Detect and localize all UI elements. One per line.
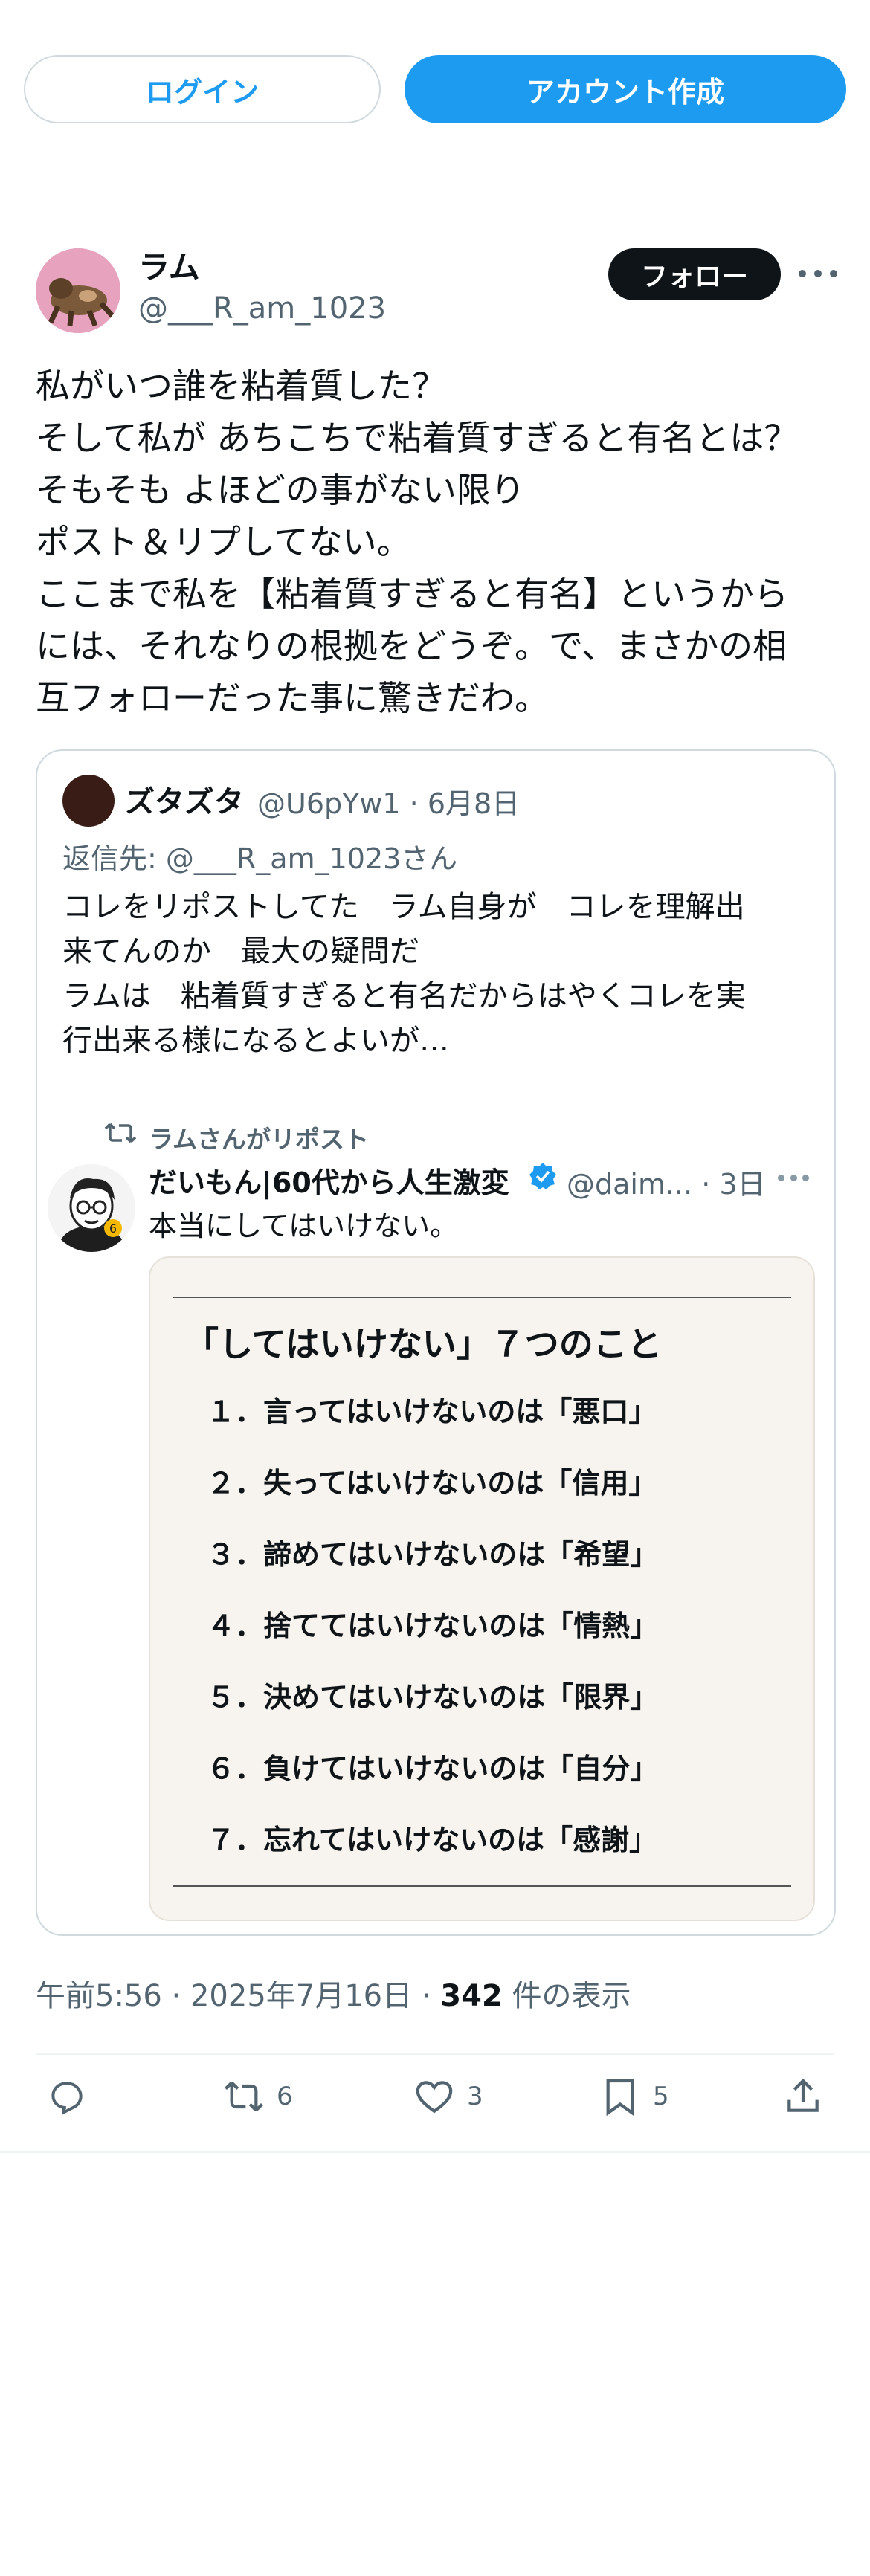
reply-icon: [51, 2082, 83, 2115]
repost-count: 6: [277, 2082, 293, 2111]
quote-author-name: ズタズタ: [125, 785, 244, 819]
quote-text-line: 来てんのか 最大の疑問だ: [62, 934, 419, 969]
repost-action-icon: [225, 2081, 263, 2112]
image-bottom-rule: [173, 1885, 791, 1887]
quote-avatar[interactable]: [62, 775, 115, 827]
reposted-author-name: だいもん|60代から人生激変: [149, 1166, 509, 1199]
view-suffix: 件の表示: [502, 1979, 631, 2013]
post-text-line: ここまで私を【粘着質すぎると有名】というから: [36, 574, 788, 614]
image-list-item: ６．負けてはいけないのは「自分」: [207, 1752, 659, 1785]
verified-badge-icon: [529, 1163, 556, 1189]
repost-icon: [104, 1123, 137, 1143]
post-text-line: 互フォローだった事に驚きだわ。: [36, 678, 549, 718]
reposted-more-icon[interactable]: [778, 1175, 809, 1182]
post-text-line: 私がいつ誰を粘着質した？: [36, 366, 446, 406]
divider: [0, 2151, 870, 2153]
image-title: 「してはいけない」７つのこと: [184, 1324, 662, 1364]
reposted-handle-date: @daim... · 3日: [567, 1168, 766, 1201]
image-list-item: ２．失ってはいけないのは「信用」: [207, 1467, 657, 1500]
svg-text:6: 6: [109, 1221, 117, 1236]
bookmark-count: 5: [653, 2082, 669, 2111]
cat-avatar-icon: [36, 248, 120, 333]
image-list-item: １．言ってはいけないのは「悪口」: [207, 1395, 657, 1428]
like-button[interactable]: 3: [413, 2074, 483, 2119]
post-text-line: には、それなりの根拠をどうぞ。で、まさかの相: [36, 626, 787, 666]
image-list-item: ５．決めてはいけないのは「限界」: [207, 1681, 659, 1714]
reposted-text: 本当にしてはいけない。: [149, 1210, 459, 1242]
post-text-line: そして私が あちこちで粘着質すぎると有名とは？: [36, 418, 799, 458]
image-list-item: ３．諦めてはいけないのは「希望」: [207, 1538, 659, 1571]
signup-button[interactable]: アカウント作成: [405, 55, 846, 123]
post-text-line: そもそも よほどの事がない限り: [36, 470, 525, 510]
bookmark-icon: [606, 2079, 634, 2117]
author-handle[interactable]: @___R_am_1023: [138, 291, 386, 326]
share-icon: [787, 2079, 819, 2112]
like-count: 3: [467, 2082, 483, 2111]
quote-reply-to: 返信先: @___R_am_1023さん: [62, 842, 458, 875]
avatar[interactable]: [36, 248, 120, 333]
author-name[interactable]: ラム: [138, 242, 200, 288]
divider: [36, 2053, 834, 2055]
reply-button[interactable]: [46, 2074, 100, 2119]
bookmark-button[interactable]: 5: [599, 2074, 669, 2119]
quote-text-line: ラムは 粘着質すぎると有名だからはやくコレを実: [62, 979, 746, 1013]
share-button[interactable]: [782, 2074, 824, 2119]
repost-button[interactable]: 6: [223, 2074, 293, 2119]
timestamp-text: 午前5:56 · 2025年7月16日 ·: [36, 1979, 441, 2013]
login-button[interactable]: ログイン: [24, 55, 381, 123]
view-count: 342: [440, 1979, 503, 2013]
image-top-rule: [173, 1297, 791, 1298]
more-options-icon[interactable]: [799, 260, 837, 287]
follow-button[interactable]: フォロー: [608, 248, 781, 300]
post-text-line: ポスト＆リプしてない。: [36, 522, 411, 562]
heart-icon: [416, 2081, 453, 2114]
post-text: 私がいつ誰を粘着質した？ そして私が あちこちで粘着質すぎると有名とは？ そもそ…: [36, 360, 846, 724]
post-timestamp: 午前5:56 · 2025年7月16日 · 342 件の表示: [36, 1972, 631, 2015]
repost-label: ラムさんがリポスト: [149, 1125, 370, 1154]
quote-text: コレをリポストしてた ラム自身が コレを理解出 来てんのか 最大の疑問だ ラムは…: [62, 885, 813, 1063]
face-illustration-icon: 6: [48, 1164, 135, 1252]
quote-text-line: 行出来る様になるとよいが…: [62, 1024, 449, 1058]
reposted-avatar[interactable]: 6: [48, 1164, 135, 1252]
image-list-item: ７．忘れてはいけないのは「感謝」: [207, 1824, 658, 1856]
image-list-item: ４．捨ててはいけないのは「情熱」: [207, 1610, 659, 1642]
image-list: １．言ってはいけないのは「悪口」 ２．失ってはいけないのは「信用」 ３．諦めては…: [207, 1389, 658, 1888]
quote-handle-date: @U6pYw1 · 6月8日: [257, 787, 521, 820]
quote-text-line: コレをリポストしてた ラム自身が コレを理解出: [62, 890, 745, 924]
